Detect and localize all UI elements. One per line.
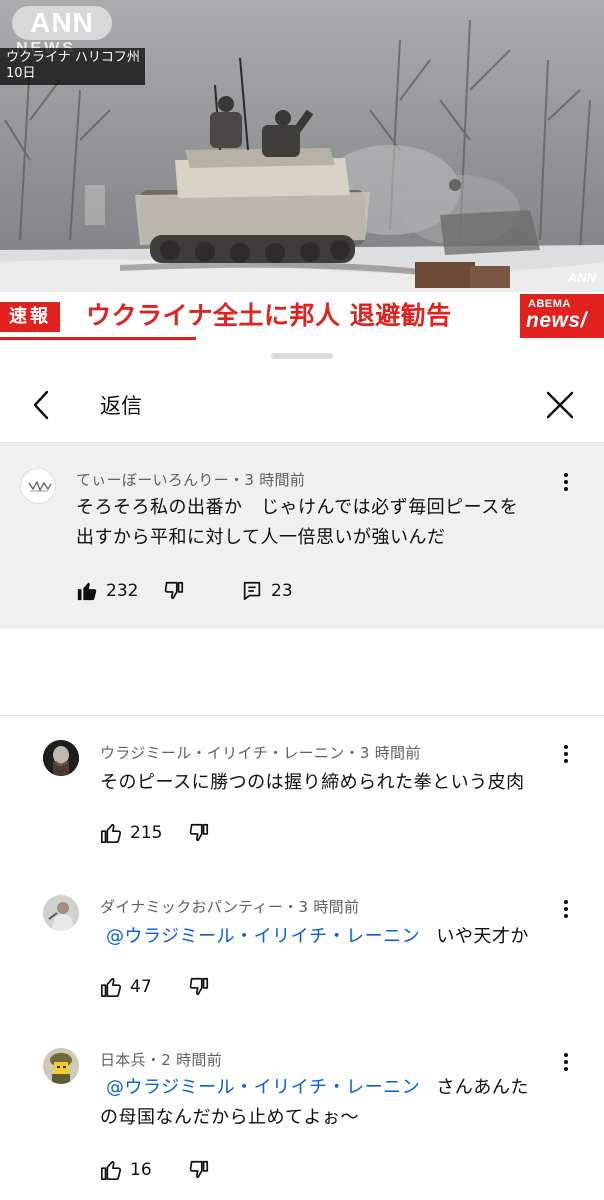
- breaking-news-badge: 速報: [0, 302, 60, 332]
- like-button[interactable]: 16: [100, 1157, 152, 1183]
- reply-count-button[interactable]: 23: [241, 578, 293, 604]
- meta-separator: ・: [145, 1051, 162, 1069]
- comment-text-line: @ウラジミール・イリイチ・レーニン さんあんた: [100, 1073, 529, 1103]
- mention-link[interactable]: @ウラジミール・イリイチ・レーニン: [106, 926, 420, 947]
- like-button[interactable]: 215: [100, 820, 162, 846]
- avatar[interactable]: [43, 1048, 79, 1084]
- comment-author[interactable]: ウラジミール・イリイチ・レーニン: [100, 744, 345, 762]
- news-ticker: 速報 ウクライナ全土に邦人 退避勧告 ABEMA news/: [0, 292, 604, 340]
- video-player[interactable]: ANN NEWS ウクライナ ハリコフ州 10日 ANN 速報 ウクライナ全土に…: [0, 0, 604, 340]
- comment-author[interactable]: ダイナミックおパンティー: [100, 898, 283, 916]
- thumbs-up-icon: [101, 1160, 122, 1180]
- meta-separator: ・: [344, 744, 360, 762]
- comment-text: そろそろ私の出番か じゃけんでは必ず毎回ピースを 出すから平和に対して人一倍思い…: [76, 493, 518, 553]
- dislike-button[interactable]: [188, 820, 210, 846]
- like-button[interactable]: 232: [76, 578, 138, 604]
- like-count: 215: [130, 823, 163, 843]
- comment-meta: 日本兵・2 時間前: [100, 1049, 222, 1070]
- comment-text: そのピースに勝つのは握り締められた拳という皮肉: [100, 768, 525, 798]
- thumbs-up-icon: [101, 823, 122, 843]
- location-place: ウクライナ ハリコフ州: [6, 50, 140, 65]
- sheet-title: 返信: [100, 394, 142, 418]
- reply-comment-icon: [243, 581, 261, 601]
- thumbs-down-icon: [189, 977, 209, 996]
- comment-text-line: そのピースに勝つのは握り締められた拳という皮肉: [100, 772, 525, 793]
- dislike-button[interactable]: [188, 974, 210, 1000]
- meta-separator: ・: [229, 471, 245, 489]
- mention-link[interactable]: @ウラジミール・イリイチ・レーニン: [106, 1077, 420, 1098]
- more-options-icon[interactable]: [556, 742, 576, 766]
- sheet-drag-handle[interactable]: [271, 353, 333, 359]
- thumbs-down-icon: [164, 581, 184, 600]
- chevron-left-icon[interactable]: [22, 385, 62, 425]
- avatar[interactable]: [43, 895, 79, 931]
- reply-count: 23: [271, 581, 293, 601]
- thumbs-up-icon: [101, 977, 122, 997]
- thumbs-down-icon: [189, 1160, 209, 1179]
- ann-corner-logo: ANN: [567, 270, 596, 285]
- more-options-icon[interactable]: [556, 1050, 576, 1074]
- more-options-icon[interactable]: [556, 897, 576, 921]
- avatar[interactable]: [20, 468, 56, 504]
- ticker-headline: ウクライナ全土に邦人 退避勧告: [86, 301, 452, 330]
- thumbs-down-icon: [189, 823, 209, 842]
- comment-text-line: の母国なんだから止めてよぉ〜: [100, 1107, 359, 1128]
- location-caption: ウクライナ ハリコフ州 10日: [0, 48, 145, 85]
- comment-text-segment: さんあんた: [436, 1077, 529, 1098]
- comment-meta: ウラジミール・イリイチ・レーニン・3 時間前: [100, 742, 421, 763]
- replies-sheet: 返信 てぃーぼーいろんりー・3 時間前 そろそろ私の出番か じゃけんでは必ず毎回…: [0, 340, 604, 1200]
- parent-comment: てぃーぼーいろんりー・3 時間前 そろそろ私の出番か じゃけんでは必ず毎回ピース…: [0, 443, 604, 629]
- comment-time: 3 時間前: [298, 898, 360, 916]
- comment-time: 2 時間前: [161, 1051, 223, 1069]
- close-icon[interactable]: [540, 385, 580, 425]
- meta-separator: ・: [283, 898, 299, 916]
- like-count: 16: [130, 1160, 152, 1180]
- comment-text: @ウラジミール・イリイチ・レーニン いや天才か: [106, 922, 529, 952]
- comment-author[interactable]: 日本兵: [100, 1051, 146, 1069]
- comment-meta: ダイナミックおパンティー・3 時間前: [100, 896, 359, 917]
- comment-author[interactable]: てぃーぼーいろんりー: [76, 471, 229, 489]
- comment-text-line: 出すから平和に対して人一倍思いが強いんだ: [76, 527, 446, 548]
- replies-divider: [0, 715, 604, 716]
- location-date: 10日: [6, 66, 36, 81]
- comment-time: 3 時間前: [244, 471, 306, 489]
- comment-meta: てぃーぼーいろんりー・3 時間前: [76, 469, 305, 490]
- comment-time: 3 時間前: [359, 744, 421, 762]
- ann-channel-logo: ANN: [12, 6, 112, 40]
- comment-text: @ウラジミール・イリイチ・レーニン さんあんた の母国なんだから止めてよぉ〜: [100, 1073, 529, 1133]
- dislike-button[interactable]: [188, 1157, 210, 1183]
- like-button[interactable]: 47: [100, 974, 152, 1000]
- more-options-icon[interactable]: [556, 470, 576, 494]
- comment-text-segment: いや天才か: [436, 926, 529, 947]
- comment-text-line: そろそろ私の出番か じゃけんでは必ず毎回ピースを: [76, 497, 519, 518]
- dislike-button[interactable]: [163, 578, 185, 604]
- like-count: 47: [130, 977, 152, 997]
- avatar[interactable]: [43, 740, 79, 776]
- abema-logo-bottom: news/: [526, 309, 587, 332]
- like-count: 232: [106, 581, 139, 601]
- thumbs-up-filled-icon: [77, 582, 97, 601]
- abema-news-logo: ABEMA news/: [520, 294, 604, 338]
